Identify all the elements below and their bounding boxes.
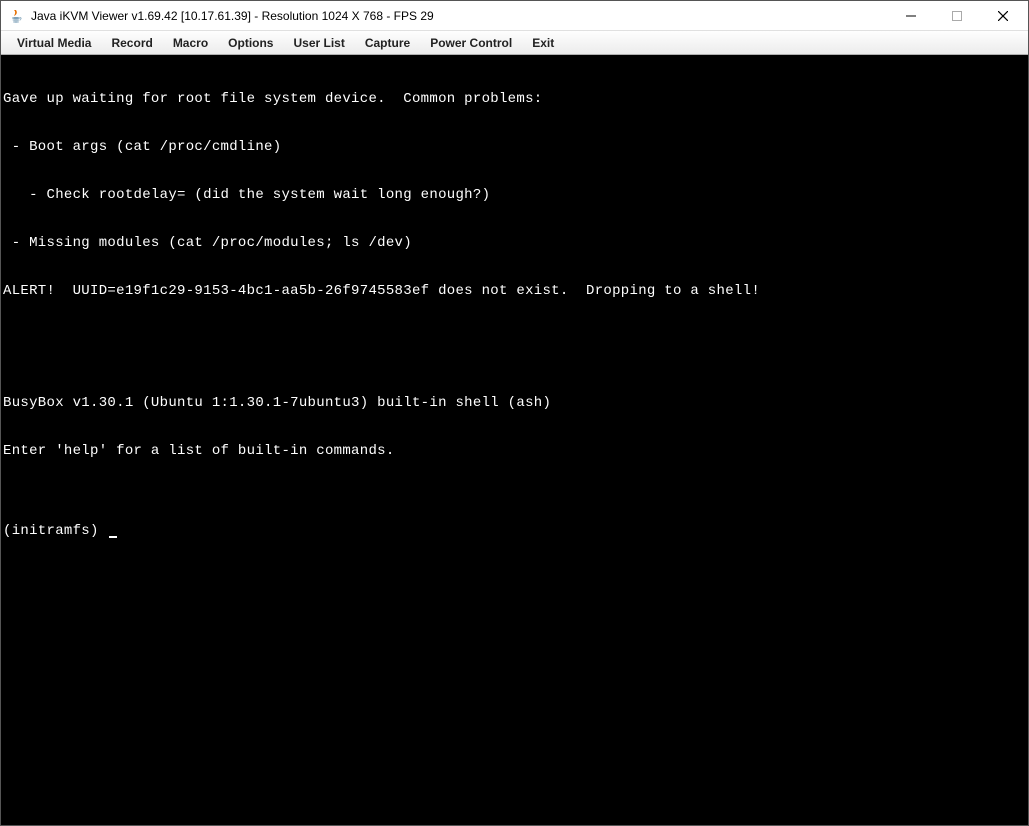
console-line: ALERT! UUID=e19f1c29-9153-4bc1-aa5b-26f9… xyxy=(3,283,1026,299)
console-line: Enter 'help' for a list of built-in comm… xyxy=(3,443,1026,459)
console-line: - Check rootdelay= (did the system wait … xyxy=(3,187,1026,203)
window-controls xyxy=(888,1,1026,30)
console-prompt-line: (initramfs) xyxy=(3,523,1026,539)
console-prompt: (initramfs) xyxy=(3,523,107,539)
console-line: Gave up waiting for root file system dev… xyxy=(3,91,1026,107)
menu-record[interactable]: Record xyxy=(101,33,162,53)
menu-power-control[interactable]: Power Control xyxy=(420,33,522,53)
maximize-button[interactable] xyxy=(934,1,980,31)
console[interactable]: Gave up waiting for root file system dev… xyxy=(1,55,1028,825)
menu-exit[interactable]: Exit xyxy=(522,33,564,53)
window-title: Java iKVM Viewer v1.69.42 [10.17.61.39] … xyxy=(31,9,434,23)
console-line: - Boot args (cat /proc/cmdline) xyxy=(3,139,1026,155)
menubar: Virtual Media Record Macro Options User … xyxy=(1,31,1028,55)
titlebar: Java iKVM Viewer v1.69.42 [10.17.61.39] … xyxy=(1,1,1028,31)
menu-virtual-media[interactable]: Virtual Media xyxy=(7,33,101,53)
menu-user-list[interactable]: User List xyxy=(283,33,354,53)
close-button[interactable] xyxy=(980,1,1026,31)
minimize-button[interactable] xyxy=(888,1,934,31)
menu-options[interactable]: Options xyxy=(218,33,283,53)
console-line: - Missing modules (cat /proc/modules; ls… xyxy=(3,235,1026,251)
menu-macro[interactable]: Macro xyxy=(163,33,218,53)
console-line: BusyBox v1.30.1 (Ubuntu 1:1.30.1-7ubuntu… xyxy=(3,395,1026,411)
menu-capture[interactable]: Capture xyxy=(355,33,420,53)
cursor-icon xyxy=(109,536,117,538)
java-icon xyxy=(9,8,25,24)
